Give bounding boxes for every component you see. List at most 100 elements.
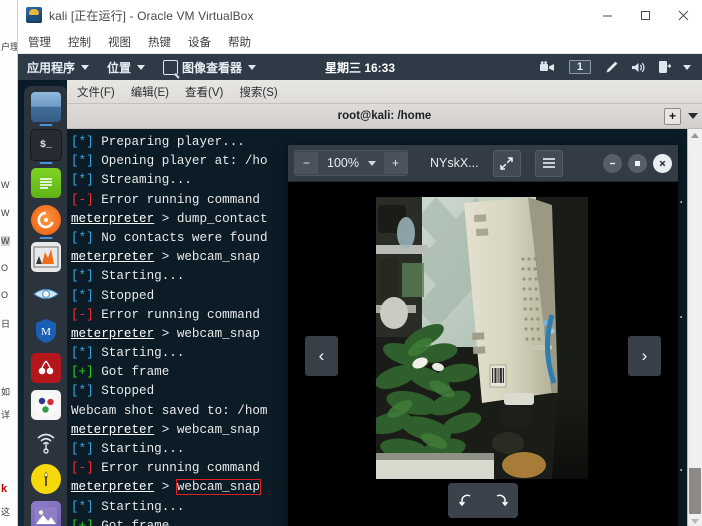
- dock-item-wireshark[interactable]: [31, 242, 61, 272]
- menu-devices[interactable]: 设备: [188, 34, 211, 50]
- menu-hotkey[interactable]: 热键: [148, 34, 171, 50]
- hamburger-menu-button[interactable]: [534, 149, 563, 177]
- zoom-level-label: 100%: [327, 156, 359, 170]
- chevron-down-icon: [137, 64, 146, 70]
- terminal-text: No contacts were found: [93, 230, 268, 245]
- fullscreen-button[interactable]: [492, 149, 521, 177]
- image-viewer-window-buttons: [603, 153, 672, 173]
- volume-icon[interactable]: [626, 61, 651, 74]
- terminal-scrollbar[interactable]: [687, 129, 702, 526]
- terminal-text: Starting...: [93, 269, 185, 284]
- new-tab-button[interactable]: +: [664, 107, 681, 125]
- virtualbox-titlebar: kali [正在运行] - Oracle VM VirtualBox: [18, 0, 702, 31]
- dock-item-image-viewer[interactable]: [31, 501, 61, 526]
- running-indicator: [39, 162, 53, 164]
- terminal-menubar: 文件(F) 编辑(E) 查看(V) 搜索(S): [67, 80, 702, 104]
- active-window-menu[interactable]: 图像查看器: [154, 54, 265, 80]
- terminal-text: Webcam shot saved to: /hom: [71, 403, 268, 418]
- virtualbox-icon: [26, 7, 42, 23]
- terminal-menu-view[interactable]: 查看(V): [185, 84, 223, 100]
- terminal-tab-title[interactable]: root@kali: /home: [338, 110, 432, 122]
- terminal-text: [*]: [71, 269, 94, 284]
- terminal-menu-search[interactable]: 搜索(S): [239, 84, 277, 100]
- kali-desktop: $_ M 文件(F) 编辑(E) 查看(V) 搜索(S) root@kali: …: [18, 80, 702, 526]
- terminal-text: [*]: [71, 230, 94, 245]
- close-button[interactable]: [664, 0, 702, 30]
- menu-manage[interactable]: 管理: [28, 34, 51, 50]
- terminal-text: meterpreter: [71, 480, 155, 495]
- terminal-text: > webcam_snap: [154, 326, 260, 341]
- running-indicator: [39, 237, 53, 239]
- image-viewer-window: − 100% + NYskX... ‹ ›: [288, 145, 678, 526]
- chevron-down-icon[interactable]: [688, 113, 698, 119]
- scroll-up-arrow-icon[interactable]: [691, 133, 699, 138]
- terminal-text: Error running command: [93, 192, 260, 207]
- terminal-text: >: [154, 480, 177, 495]
- scroll-down-arrow-icon[interactable]: [691, 519, 699, 524]
- virtualbox-window-buttons: [588, 0, 702, 30]
- terminal-prompt-glyph: $_: [39, 139, 52, 151]
- terminal-text: Streaming...: [93, 173, 192, 188]
- zoom-out-button[interactable]: −: [295, 152, 318, 174]
- dock-item-metasploit[interactable]: M: [31, 316, 61, 346]
- image-viewer-canvas[interactable]: ‹ ›: [288, 182, 678, 526]
- menu-view[interactable]: 视图: [108, 34, 131, 50]
- dock-item-wifi[interactable]: [31, 427, 61, 457]
- zoom-control-group: − 100% +: [294, 150, 408, 176]
- clock[interactable]: 星期三 16:33: [325, 59, 395, 76]
- zoom-in-button[interactable]: +: [383, 152, 407, 174]
- terminal-text: [*]: [71, 384, 94, 399]
- terminal-text: meterpreter: [71, 326, 155, 341]
- rotate-right-button[interactable]: [490, 490, 512, 512]
- minimize-button[interactable]: [603, 153, 622, 173]
- close-button[interactable]: [653, 153, 672, 173]
- terminal-text: [*]: [71, 346, 94, 361]
- dock-item-text-editor[interactable]: [31, 168, 61, 198]
- running-indicator: [39, 124, 53, 126]
- pen-icon[interactable]: [600, 60, 624, 74]
- minimize-button[interactable]: [588, 0, 626, 30]
- svg-text:M: M: [41, 326, 51, 338]
- dock: $_ M: [24, 86, 68, 526]
- desktop-label: 如: [1, 387, 11, 397]
- menu-control[interactable]: 控制: [68, 34, 91, 50]
- desktop-label: 日: [1, 319, 11, 329]
- dock-item-burp-cherry[interactable]: [31, 353, 61, 383]
- terminal-menu-file[interactable]: 文件(F): [77, 84, 115, 100]
- terminal-text: [*]: [71, 442, 94, 456]
- active-window-label: 图像查看器: [182, 60, 243, 75]
- rotate-left-button[interactable]: [455, 490, 477, 512]
- dock-item-beef[interactable]: [31, 390, 61, 420]
- dock-item-terminal[interactable]: $_: [30, 129, 62, 164]
- next-image-button[interactable]: ›: [628, 336, 661, 376]
- places-menu[interactable]: 位置: [98, 54, 154, 80]
- desktop-label: 详: [1, 410, 11, 420]
- maximize-button[interactable]: [628, 153, 647, 173]
- chevron-down-icon[interactable]: [367, 160, 376, 166]
- image-filename-label: NYskX...: [429, 156, 479, 170]
- chevron-down-icon: [248, 64, 257, 70]
- terminal-text: meterpreter: [71, 250, 155, 265]
- camera-icon[interactable]: [535, 61, 560, 73]
- chevron-down-icon[interactable]: [678, 64, 696, 70]
- menu-help[interactable]: 帮助: [228, 34, 251, 50]
- image-viewer-header: − 100% + NYskX...: [288, 145, 678, 182]
- terminal-text: [+]: [71, 518, 94, 526]
- previous-image-button[interactable]: ‹: [305, 336, 338, 376]
- dock-item-zaproxy[interactable]: [31, 279, 61, 309]
- terminal-text: > webcam_snap: [154, 250, 260, 265]
- terminal-text: [*]: [71, 154, 94, 169]
- dock-item-files[interactable]: [31, 92, 61, 126]
- terminal-text: Got frame: [93, 518, 170, 526]
- maximize-button[interactable]: [626, 0, 664, 30]
- applications-menu[interactable]: 应用程序: [18, 54, 98, 80]
- photo-artwork: [376, 197, 588, 479]
- dock-item-hydra[interactable]: [31, 464, 61, 494]
- battery-icon[interactable]: [653, 60, 676, 74]
- terminal-text: [-]: [71, 192, 94, 207]
- workspace-indicator[interactable]: 1: [568, 60, 591, 74]
- terminal-menu-edit[interactable]: 编辑(E): [131, 84, 169, 100]
- dock-item-burpsuite[interactable]: [31, 205, 61, 239]
- displayed-photo: [376, 197, 588, 479]
- scrollbar-thumb[interactable]: [689, 468, 701, 514]
